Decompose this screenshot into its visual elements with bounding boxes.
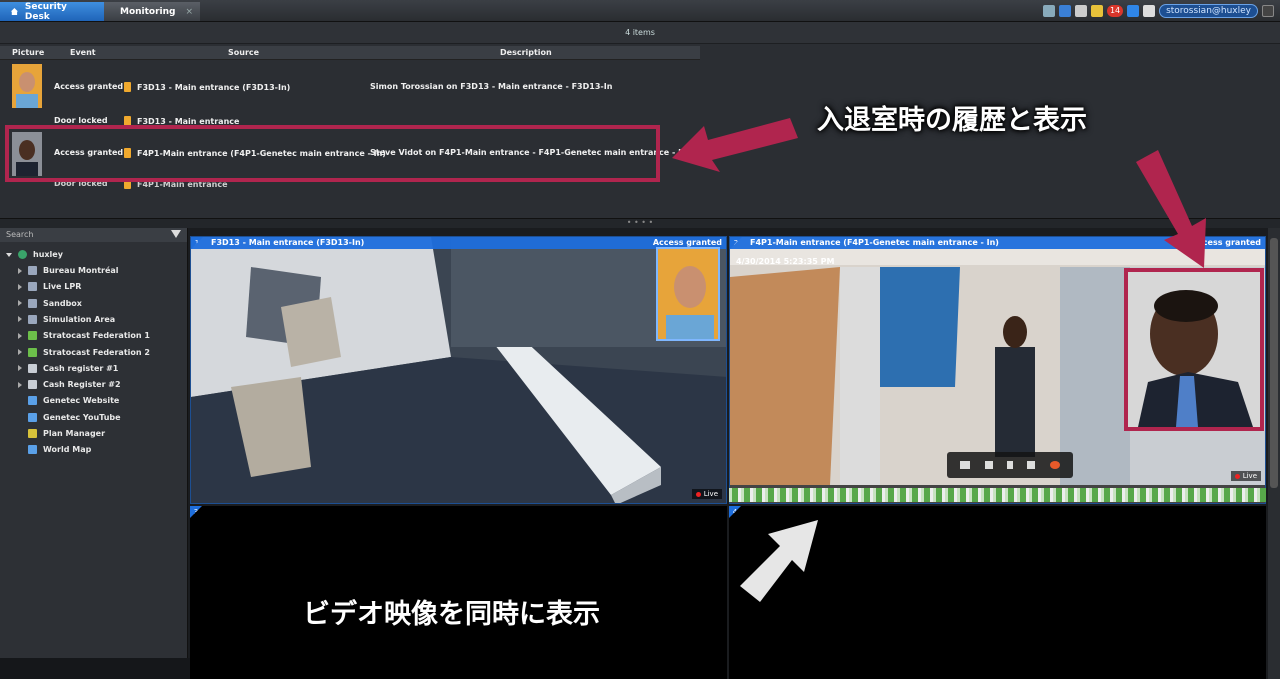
arrow-to-photo-icon — [1136, 150, 1206, 268]
annotation-arrows — [672, 118, 1206, 602]
annotation-history: 入退室時の履歴と表示 — [817, 105, 1087, 136]
security-desk-window: Security Desk Monitoring × 14 storossian… — [0, 0, 1280, 679]
annotation-video: ビデオ映像を同時に表示 — [303, 599, 600, 630]
arrow-to-video-icon — [740, 520, 818, 602]
arrow-to-event-icon — [672, 118, 798, 172]
